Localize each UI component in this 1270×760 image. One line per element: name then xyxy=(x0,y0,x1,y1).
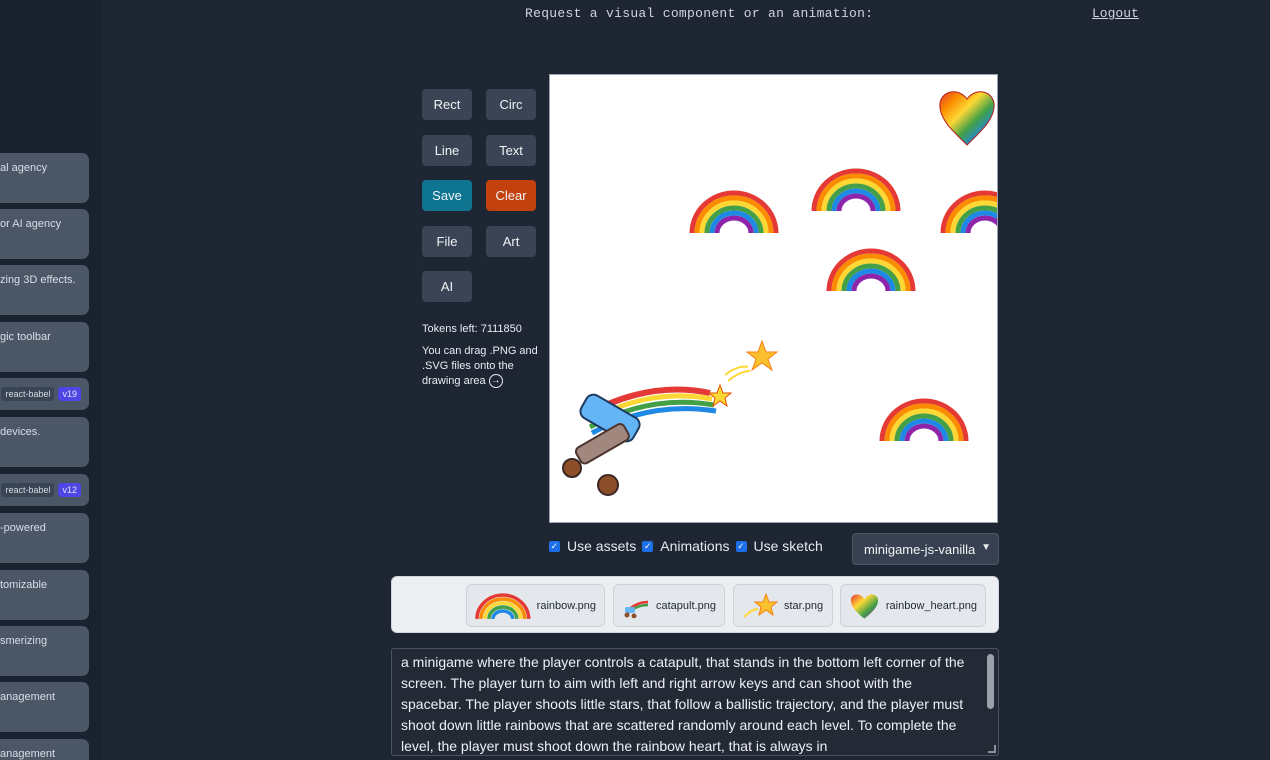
logout-link[interactable]: Logout xyxy=(1092,6,1139,21)
sidebar-item[interactable]: gic toolbar xyxy=(0,322,89,372)
save-button[interactable]: Save xyxy=(422,180,472,211)
checkbox-checked-icon[interactable]: ✓ xyxy=(549,540,560,552)
version-badge: v19 xyxy=(58,387,81,401)
animations-option[interactable]: ✓ Animations xyxy=(642,538,730,554)
framework-tag: react-babel xyxy=(1,387,55,401)
sidebar-item[interactable]: devices. xyxy=(0,417,89,467)
rainbow-sprite xyxy=(814,171,898,211)
template-select[interactable]: minigame-js-vanilla ▼ xyxy=(852,533,999,565)
asset-chip[interactable]: catapult.png xyxy=(613,584,725,627)
use-sketch-option[interactable]: ✓ Use sketch xyxy=(735,538,823,554)
star-sprite xyxy=(724,339,779,382)
asset-chip[interactable]: rainbow_heart.png xyxy=(840,584,986,627)
scrollbar[interactable] xyxy=(987,654,994,709)
file-button[interactable]: File xyxy=(422,226,472,257)
page-title: Request a visual component or an animati… xyxy=(525,6,874,21)
circle-tool-button[interactable]: Circ xyxy=(486,89,536,120)
line-tool-button[interactable]: Line xyxy=(422,135,472,166)
sidebar-item[interactable]: react-babel v19 xyxy=(0,378,89,410)
tokens-left: Tokens left: 7111850 xyxy=(422,323,522,335)
sidebar: al agency or AI agency zing 3D effects. … xyxy=(0,0,103,760)
arrow-right-icon: → xyxy=(488,374,503,389)
checkbox-checked-icon[interactable]: ✓ xyxy=(642,540,654,552)
ai-button[interactable]: AI xyxy=(422,271,472,302)
sidebar-item[interactable]: al agency xyxy=(0,153,89,203)
sidebar-item[interactable]: zing 3D effects. xyxy=(0,265,89,315)
sidebar-item[interactable]: tomizable xyxy=(0,570,89,620)
canvas-sprites xyxy=(562,91,998,496)
assets-panel: rainbow.png catapult.png star.png rainbo… xyxy=(391,576,999,633)
sidebar-item[interactable]: react-babel v12 xyxy=(0,474,89,506)
rainbow-sprite xyxy=(882,401,966,441)
text-tool-button[interactable]: Text xyxy=(486,135,536,166)
resize-handle-icon[interactable] xyxy=(988,745,996,753)
catapult-icon xyxy=(624,600,649,618)
rainbow-heart-icon xyxy=(850,594,879,619)
asset-chip[interactable]: star.png xyxy=(733,584,833,627)
catapult-sprite xyxy=(562,383,733,496)
prompt-textarea[interactable]: a minigame where the player controls a c… xyxy=(391,648,999,756)
use-assets-option[interactable]: ✓ Use assets xyxy=(549,538,636,554)
rainbow-icon xyxy=(475,592,531,619)
sidebar-item[interactable]: anagement xyxy=(0,739,89,760)
drawing-canvas[interactable] xyxy=(549,74,998,523)
rainbow-heart-sprite xyxy=(939,91,995,146)
chevron-down-icon: ▼ xyxy=(981,542,991,553)
star-icon xyxy=(743,592,778,618)
checkbox-checked-icon[interactable]: ✓ xyxy=(735,540,747,552)
drag-hint: You can drag .PNG and .SVG files onto th… xyxy=(422,345,538,389)
rainbow-sprite xyxy=(829,251,913,291)
sidebar-item[interactable]: or AI agency xyxy=(0,209,89,259)
sidebar-item[interactable]: smerizing xyxy=(0,626,89,676)
framework-tag: react-babel xyxy=(1,483,55,497)
rect-tool-button[interactable]: Rect xyxy=(422,89,472,120)
rainbow-sprite xyxy=(692,193,776,233)
art-button[interactable]: Art xyxy=(486,226,536,257)
rainbow-sprite xyxy=(943,193,998,233)
sidebar-item[interactable]: -powered xyxy=(0,513,89,563)
asset-chip[interactable]: rainbow.png xyxy=(466,584,605,627)
options-row: ✓ Use assets ✓ Animations ✓ Use sketch xyxy=(549,538,829,554)
sidebar-item[interactable]: anagement xyxy=(0,682,89,732)
version-badge: v12 xyxy=(58,483,81,497)
clear-button[interactable]: Clear xyxy=(486,180,536,211)
